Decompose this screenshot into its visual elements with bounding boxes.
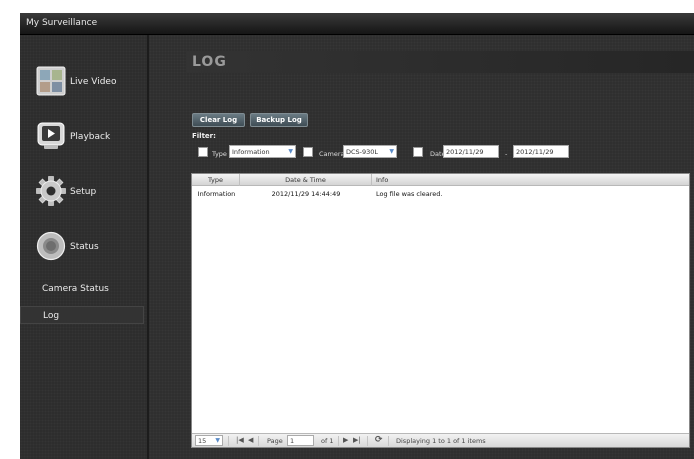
table-header: Type Date & Time Info <box>192 174 689 186</box>
pager-separator <box>367 436 368 446</box>
refresh-icon[interactable]: ⟳ <box>375 435 383 445</box>
last-page-icon[interactable]: ▶| <box>353 436 361 444</box>
sidebar-item-label: Setup <box>70 187 97 197</box>
camera-filter-label: Camera <box>319 150 345 158</box>
camera-filter-select[interactable]: DCS-930L ▼ <box>343 145 397 158</box>
title-bar: My Surveillance <box>20 13 694 35</box>
type-filter-label: Type <box>212 150 227 158</box>
page-count-label: of 1 <box>321 437 334 445</box>
first-page-icon[interactable]: |◀ <box>236 436 244 444</box>
sidebar: Live Video Playback Setup Status Camera … <box>20 35 147 459</box>
backup-log-button[interactable]: Backup Log <box>250 113 308 127</box>
sidebar-item-live-video[interactable]: Live Video <box>36 66 141 102</box>
sidebar-item-playback[interactable]: Playback <box>36 121 141 157</box>
app-window: My Surveillance Live Video Playback Setu… <box>20 13 694 459</box>
column-header-datetime[interactable]: Date & Time <box>240 174 372 186</box>
type-filter-select[interactable]: Information ▼ <box>229 145 296 158</box>
filter-label: Filter: <box>192 132 216 140</box>
camera-filter-checkbox[interactable] <box>303 147 313 157</box>
clear-log-button[interactable]: Clear Log <box>192 113 245 127</box>
sidebar-item-setup[interactable]: Setup <box>36 176 141 212</box>
type-filter-value: Information <box>232 148 270 156</box>
main-panel: LOG Clear Log Backup Log Filter: Type In… <box>149 35 694 459</box>
sidebar-subitem-log[interactable]: Log <box>20 306 144 324</box>
cell-datetime: 2012/11/29 14:44:49 <box>271 190 341 198</box>
page-number-input[interactable]: 1 <box>287 435 314 446</box>
gear-icon <box>36 176 66 206</box>
pager-separator <box>258 436 259 446</box>
column-header-info[interactable]: Info <box>372 174 689 186</box>
chevron-down-icon: ▼ <box>288 148 293 155</box>
page-label: Page <box>267 437 283 445</box>
page-title: LOG <box>192 54 227 70</box>
pager-status: Displaying 1 to 1 of 1 items <box>396 437 486 445</box>
sidebar-item-status[interactable]: Status <box>36 231 141 267</box>
date-range-separator: - <box>505 150 508 158</box>
page-title-bar: LOG <box>186 51 694 73</box>
page-size-select[interactable]: 15 ▼ <box>195 435 223 446</box>
playback-icon <box>36 121 66 151</box>
status-icon <box>36 231 66 261</box>
pager-separator <box>228 436 229 446</box>
live-video-icon <box>36 66 66 96</box>
table-row[interactable]: Information 2012/11/29 14:44:49 Log file… <box>192 187 689 200</box>
date-from-input[interactable]: 2012/11/29 <box>443 145 499 158</box>
sidebar-item-label: Playback <box>70 132 111 142</box>
prev-page-icon[interactable]: ◀ <box>248 436 253 444</box>
pager: 15 ▼ |◀ ◀ Page 1 of 1 ▶ ▶| ⟳ Displaying … <box>192 433 689 447</box>
cell-type: Information <box>197 190 236 198</box>
next-page-icon[interactable]: ▶ <box>343 436 348 444</box>
cell-info: Log file was cleared. <box>376 190 443 198</box>
date-filter-checkbox[interactable] <box>413 147 423 157</box>
log-table: Type Date & Time Info Information 2012/1… <box>191 173 690 448</box>
pager-separator <box>338 436 339 446</box>
sidebar-subitem-camera-status[interactable]: Camera Status <box>20 280 144 298</box>
type-filter-checkbox[interactable] <box>198 147 208 157</box>
sidebar-item-label: Status <box>70 242 99 252</box>
pager-separator <box>388 436 389 446</box>
sidebar-item-label: Live Video <box>70 77 117 87</box>
chevron-down-icon: ▼ <box>389 148 394 155</box>
date-to-input[interactable]: 2012/11/29 <box>513 145 569 158</box>
app-title: My Surveillance <box>26 18 98 28</box>
chevron-down-icon: ▼ <box>215 437 220 444</box>
camera-filter-value: DCS-930L <box>346 148 379 156</box>
column-header-type[interactable]: Type <box>192 174 240 186</box>
page-size-value: 15 <box>198 437 207 445</box>
